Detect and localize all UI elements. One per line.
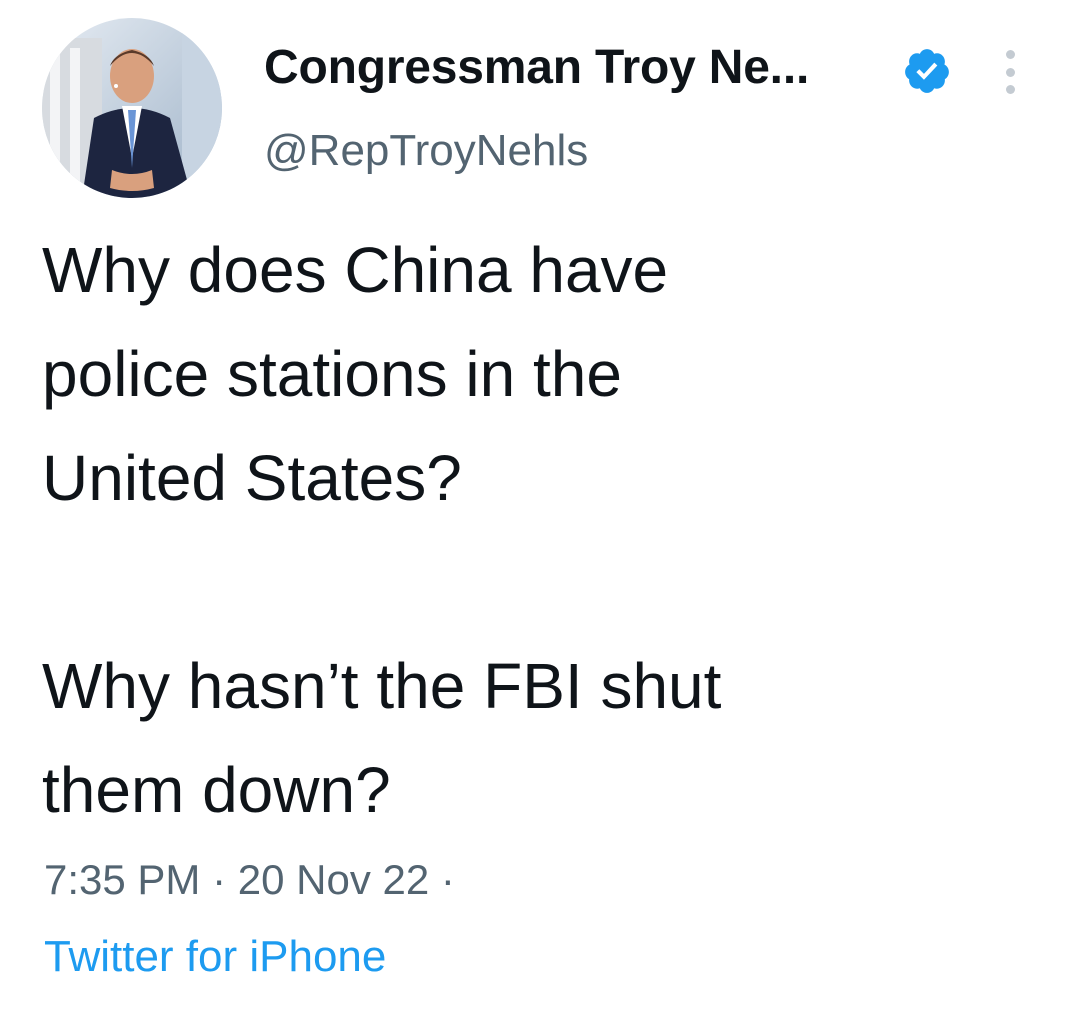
verified-badge-icon [905,49,949,93]
tweet-text: Why does China have police stations in t… [42,234,722,826]
more-options-button[interactable] [996,50,1024,94]
more-dot-icon [1005,85,1015,94]
author-avatar[interactable] [42,18,222,198]
avatar-photo [42,18,222,198]
more-dot-icon [1005,67,1015,77]
author-handle[interactable]: @RepTroyNehls [264,124,588,178]
author-display-name[interactable]: Congressman Troy Ne... [264,38,809,98]
tweet-source-link[interactable]: Twitter for iPhone [44,930,386,984]
tweet-timestamp[interactable]: 7:35 PM · 20 Nov 22 · [44,854,455,906]
more-dot-icon [1005,50,1015,59]
